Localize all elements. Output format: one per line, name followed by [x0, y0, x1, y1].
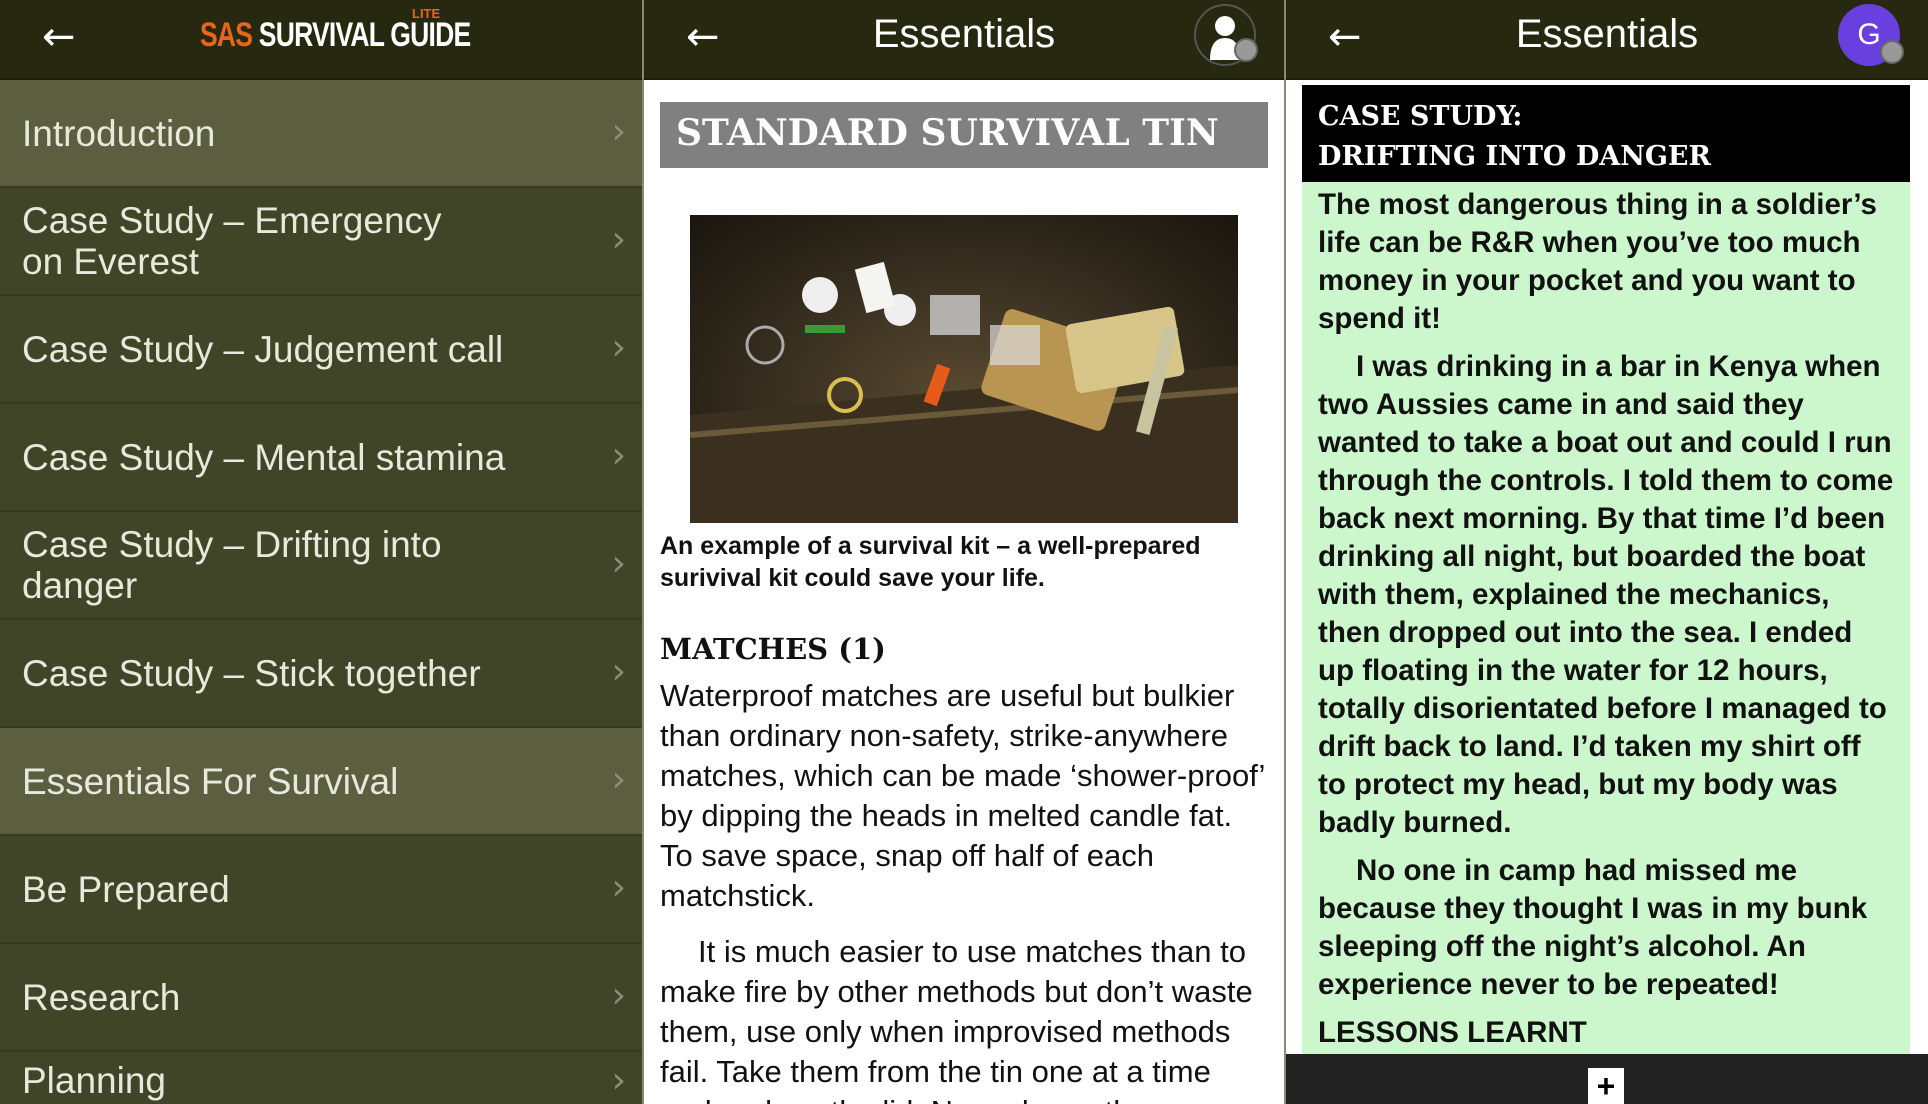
- lite-badge: LITE: [412, 6, 441, 21]
- expand-plus-button[interactable]: +: [1588, 1068, 1624, 1104]
- chevron-right-icon: ›: [611, 219, 626, 260]
- menu-item[interactable]: Case Study – Mental stamina ›: [0, 404, 642, 512]
- photo-caption: An example of a survival kit – a well-pr…: [660, 532, 1201, 592]
- menu-item[interactable]: Research ›: [0, 944, 642, 1052]
- badge-icon: [1880, 40, 1904, 64]
- paragraph: No one in camp had missed me because the…: [1318, 854, 1868, 1001]
- chevron-right-icon: ›: [611, 867, 626, 908]
- menu-item[interactable]: Case Study – Judgement call ›: [0, 296, 642, 404]
- back-arrow-icon[interactable]: ←: [42, 14, 76, 60]
- essentials-panel: ← Essentials STANDARD SURVIVAL TIN An ex…: [644, 0, 1284, 1104]
- avatar-letter: G: [1857, 18, 1881, 51]
- paragraph: I was drinking in a bar in Kenya when tw…: [1318, 350, 1894, 839]
- paragraph: It is much easier to use matches than to…: [660, 934, 1253, 1104]
- menu-item-label: Research: [22, 976, 181, 1018]
- chevron-right-icon: ›: [611, 435, 626, 476]
- chevron-right-icon: ›: [611, 111, 626, 152]
- case-study-body: The most dangerous thing in a soldier’s …: [1302, 182, 1910, 1054]
- menu-item[interactable]: Introduction ›: [0, 80, 642, 188]
- subheading: MATCHES (1): [660, 632, 886, 666]
- menu-panel: ← SAS SURVIVAL GUIDE LITE Introduction › C…: [0, 0, 642, 1104]
- menu-item-label: Introduction: [22, 112, 216, 154]
- header: ← Essentials: [644, 0, 1284, 80]
- case-study-title: CASE STUDY: DRIFTING INTO DANGER: [1302, 85, 1910, 182]
- article-body: Waterproof matches are useful but bulkie…: [660, 676, 1270, 1104]
- menu-item[interactable]: Case Study – Drifting into danger ›: [0, 512, 642, 620]
- header: ← SAS SURVIVAL GUIDE LITE: [0, 0, 642, 80]
- menu-item-label: Case Study – Mental stamina: [22, 436, 506, 478]
- menu-item-label: Essentials For Survival: [22, 760, 399, 802]
- menu-item[interactable]: Essentials For Survival ›: [0, 728, 642, 836]
- menu-item-label: Case Study – Drifting into danger: [22, 524, 442, 606]
- paragraph: Waterproof matches are useful but bulkie…: [660, 678, 1265, 913]
- menu-item-label: Planning: [22, 1060, 167, 1101]
- menu-item-label: Case Study – Emergency on Everest: [22, 200, 442, 282]
- menu-item[interactable]: Case Study – Stick together ›: [0, 620, 642, 728]
- page-title: Essentials: [1515, 12, 1699, 56]
- survival-kit-photo: [690, 215, 1238, 523]
- avatar[interactable]: [1194, 4, 1258, 66]
- menu-item-label: Case Study – Stick together: [22, 652, 481, 694]
- app-logo: SAS SURVIVAL GUIDE: [200, 16, 471, 54]
- paragraph: The most dangerous thing in a soldier’s …: [1318, 188, 1877, 335]
- page-title: Essentials: [872, 12, 1056, 56]
- avatar[interactable]: G: [1838, 4, 1904, 66]
- menu-item[interactable]: Be Prepared ›: [0, 836, 642, 944]
- menu-item-label: Case Study – Judgement call: [22, 328, 504, 370]
- menu-item[interactable]: Planning ›: [0, 1052, 642, 1104]
- case-study-title-line: DRIFTING INTO DANGER: [1318, 141, 1711, 172]
- badge-icon: [1234, 38, 1258, 62]
- chevron-right-icon: ›: [611, 975, 626, 1016]
- chevron-right-icon: ›: [611, 543, 626, 584]
- chevron-right-icon: ›: [611, 327, 626, 368]
- menu-item-label: Be Prepared: [22, 868, 230, 910]
- case-study-panel: ← Essentials G CASE STUDY: DRIFTING INTO…: [1286, 0, 1928, 1104]
- menu-item[interactable]: Case Study – Emergency on Everest ›: [0, 188, 642, 296]
- chevron-right-icon: ›: [611, 759, 626, 800]
- bottom-bar: +: [1286, 1054, 1928, 1104]
- header: ← Essentials G: [1286, 0, 1928, 80]
- lessons-heading: LESSONS LEARNT: [1318, 1016, 1587, 1049]
- section-title: STANDARD SURVIVAL TIN: [660, 102, 1268, 168]
- case-study-title-line: CASE STUDY:: [1318, 101, 1523, 132]
- chevron-right-icon: ›: [611, 1060, 626, 1101]
- chevron-right-icon: ›: [611, 651, 626, 692]
